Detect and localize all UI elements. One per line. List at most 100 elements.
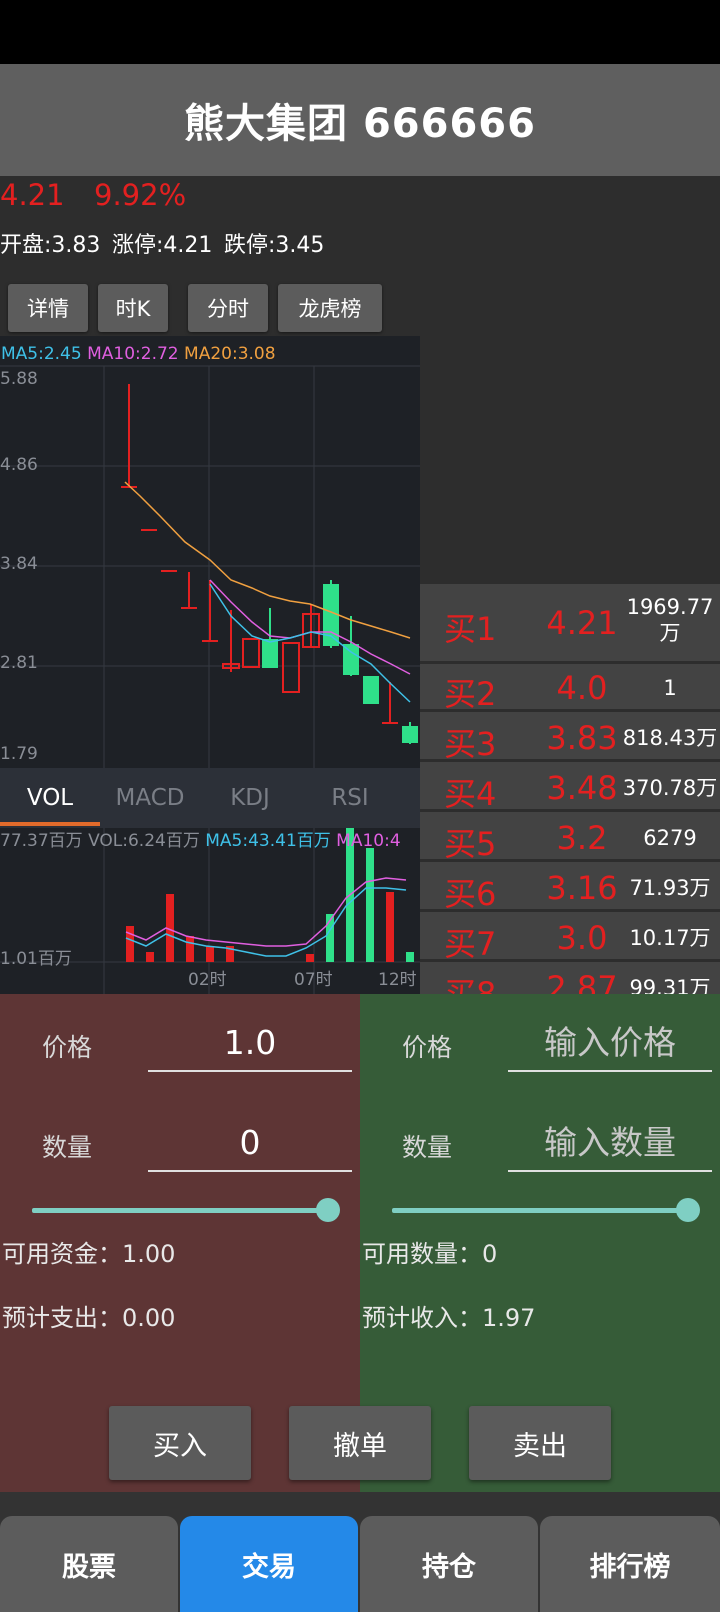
kline-grid (0, 365, 420, 768)
order-volume: 99.31万 (629, 976, 711, 994)
order-volume: 1 (663, 676, 677, 700)
candle (343, 644, 359, 675)
vol-ma10-value: MA10:4 (336, 831, 401, 851)
candle (181, 607, 197, 609)
order-level-label: 买3 (444, 725, 497, 763)
volume-bar (126, 926, 134, 962)
order-level-label: 买5 (444, 825, 497, 863)
volume-bar (306, 954, 314, 962)
candle (242, 638, 260, 668)
volume-bar (146, 952, 154, 962)
order-book-row: 买1 4.21 1969.77万 (420, 584, 720, 664)
tab-vol[interactable]: VOL (0, 785, 100, 811)
kline-candles (121, 384, 418, 744)
sell-quantity-input[interactable] (508, 1114, 712, 1172)
order-volume: 10.17万 (629, 926, 711, 950)
available-quantity: 可用数量：0 (362, 1240, 498, 1268)
tab-dragon-tiger[interactable]: 龙虎榜 (278, 284, 382, 332)
order-book-row: 买5 3.2 6279 (420, 814, 720, 863)
order-level-label: 买6 (444, 875, 497, 913)
estimated-income: 预计收入：1.97 (362, 1304, 536, 1332)
order-book-row: 买8 2.87 99.31万 (420, 964, 720, 994)
page-title: 熊大集团 666666 (184, 101, 536, 147)
ma-legend: MA5:2.45 MA10:2.72 MA20:3.08 (1, 344, 276, 364)
nav-leaderboard[interactable]: 排行榜 (540, 1516, 720, 1612)
order-volume: 818.43万 (622, 726, 718, 750)
volume-bar (206, 946, 214, 962)
tab-details[interactable]: 详情 (8, 284, 88, 332)
order-volume: 6279 (643, 826, 697, 850)
sell-quantity-slider-thumb[interactable] (676, 1198, 700, 1222)
order-level-label: 买7 (444, 925, 497, 963)
limit-down-price: 跌停:3.45 (224, 233, 325, 258)
order-book-row: 买4 3.48 370.78万 (420, 764, 720, 813)
order-book-row: 买7 3.0 10.17万 (420, 914, 720, 963)
bottom-nav: 股票 交易 持仓 排行榜 (0, 1492, 720, 1612)
current-price: 4.21 (0, 178, 65, 212)
candle (202, 640, 218, 642)
ma20-line (124, 481, 411, 639)
buy-button[interactable]: 买入 (109, 1406, 251, 1480)
tab-macd[interactable]: MACD (100, 785, 200, 811)
order-level-label: 买4 (444, 775, 497, 813)
nav-stocks[interactable]: 股票 (0, 1516, 178, 1612)
buy-quantity-slider-thumb[interactable] (316, 1198, 340, 1222)
volume-legend: 77.37百万 VOL:6.24百万 MA5:43.41百万 MA10:4 (0, 828, 401, 851)
tab-kdj[interactable]: KDJ (200, 785, 300, 811)
ma20-value: MA20:3.08 (184, 344, 276, 364)
volume-bar (366, 848, 374, 962)
sell-button[interactable]: 卖出 (469, 1406, 611, 1480)
candle (262, 639, 278, 668)
buy-price-input[interactable] (148, 1014, 352, 1072)
status-bar (0, 0, 720, 64)
candle (141, 529, 157, 531)
y-tick-label: 1.79 (0, 744, 38, 764)
tab-hourly-kline[interactable]: 时K (98, 284, 168, 332)
x-tick-label: 02时 (188, 970, 227, 990)
order-volume: 71.93万 (629, 876, 711, 900)
title-bar: 熊大集团 666666 (0, 64, 720, 176)
y-tick-label: 3.84 (0, 554, 38, 574)
open-price: 开盘:3.83 (0, 233, 101, 258)
candle (161, 570, 177, 572)
sell-quantity-label: 数量 (402, 1133, 453, 1162)
x-tick-label: 07时 (294, 970, 333, 990)
order-book-row: 买2 4.0 1 (420, 664, 720, 713)
order-book-row: 买6 3.16 71.93万 (420, 864, 720, 913)
order-book: 买1 4.21 1969.77万 买2 4.0 1 买3 3.83 818.43… (420, 584, 720, 994)
volume-chart[interactable]: 77.37百万 VOL:6.24百万 MA5:43.41百万 MA10:4 1.… (0, 828, 420, 994)
candle (363, 676, 379, 704)
buy-price-label: 价格 (42, 1033, 93, 1062)
buy-quantity-slider-track[interactable] (32, 1208, 328, 1213)
y-tick-label: 4.86 (0, 455, 38, 475)
order-volume: 370.78万 (622, 776, 718, 800)
available-funds: 可用资金：1.00 (2, 1240, 176, 1268)
candle (282, 642, 300, 693)
kline-chart[interactable]: MA5:2.45 MA10:2.72 MA20:3.08 5.88 4.86 3… (0, 336, 420, 768)
vol-max-value: 77.37百万 (0, 831, 83, 851)
ma10-value: MA10:2.72 (87, 344, 179, 364)
sell-quantity-slider-track[interactable] (392, 1208, 688, 1213)
y-tick-label: 2.81 (0, 653, 38, 673)
tab-rsi[interactable]: RSI (300, 785, 400, 811)
order-level-label: 买1 (444, 610, 497, 648)
x-tick-label: 12时 (378, 970, 417, 990)
order-volume: 1969.77万 (626, 595, 714, 645)
sell-price-input[interactable] (508, 1014, 712, 1072)
ma5-value: MA5:2.45 (1, 344, 82, 364)
nav-positions[interactable]: 持仓 (360, 1516, 538, 1612)
tab-intraday[interactable]: 分时 (188, 284, 268, 332)
volume-bar (406, 952, 414, 962)
vol-ma5-value: MA5:43.41百万 (205, 831, 331, 851)
limit-up-price: 涨停:4.21 (112, 233, 213, 258)
indicator-tabs: VOL MACD KDJ RSI (0, 768, 420, 828)
cancel-order-button[interactable]: 撤单 (289, 1406, 431, 1480)
volume-bar (186, 936, 194, 962)
buy-quantity-input[interactable] (148, 1114, 352, 1172)
buy-quantity-label: 数量 (42, 1133, 93, 1162)
y-tick-label: 5.88 (0, 369, 38, 389)
nav-trade[interactable]: 交易 (180, 1516, 358, 1612)
vol-current-value: VOL:6.24百万 (88, 831, 200, 851)
candle (402, 726, 418, 743)
change-percent: 9.92% (94, 178, 187, 212)
